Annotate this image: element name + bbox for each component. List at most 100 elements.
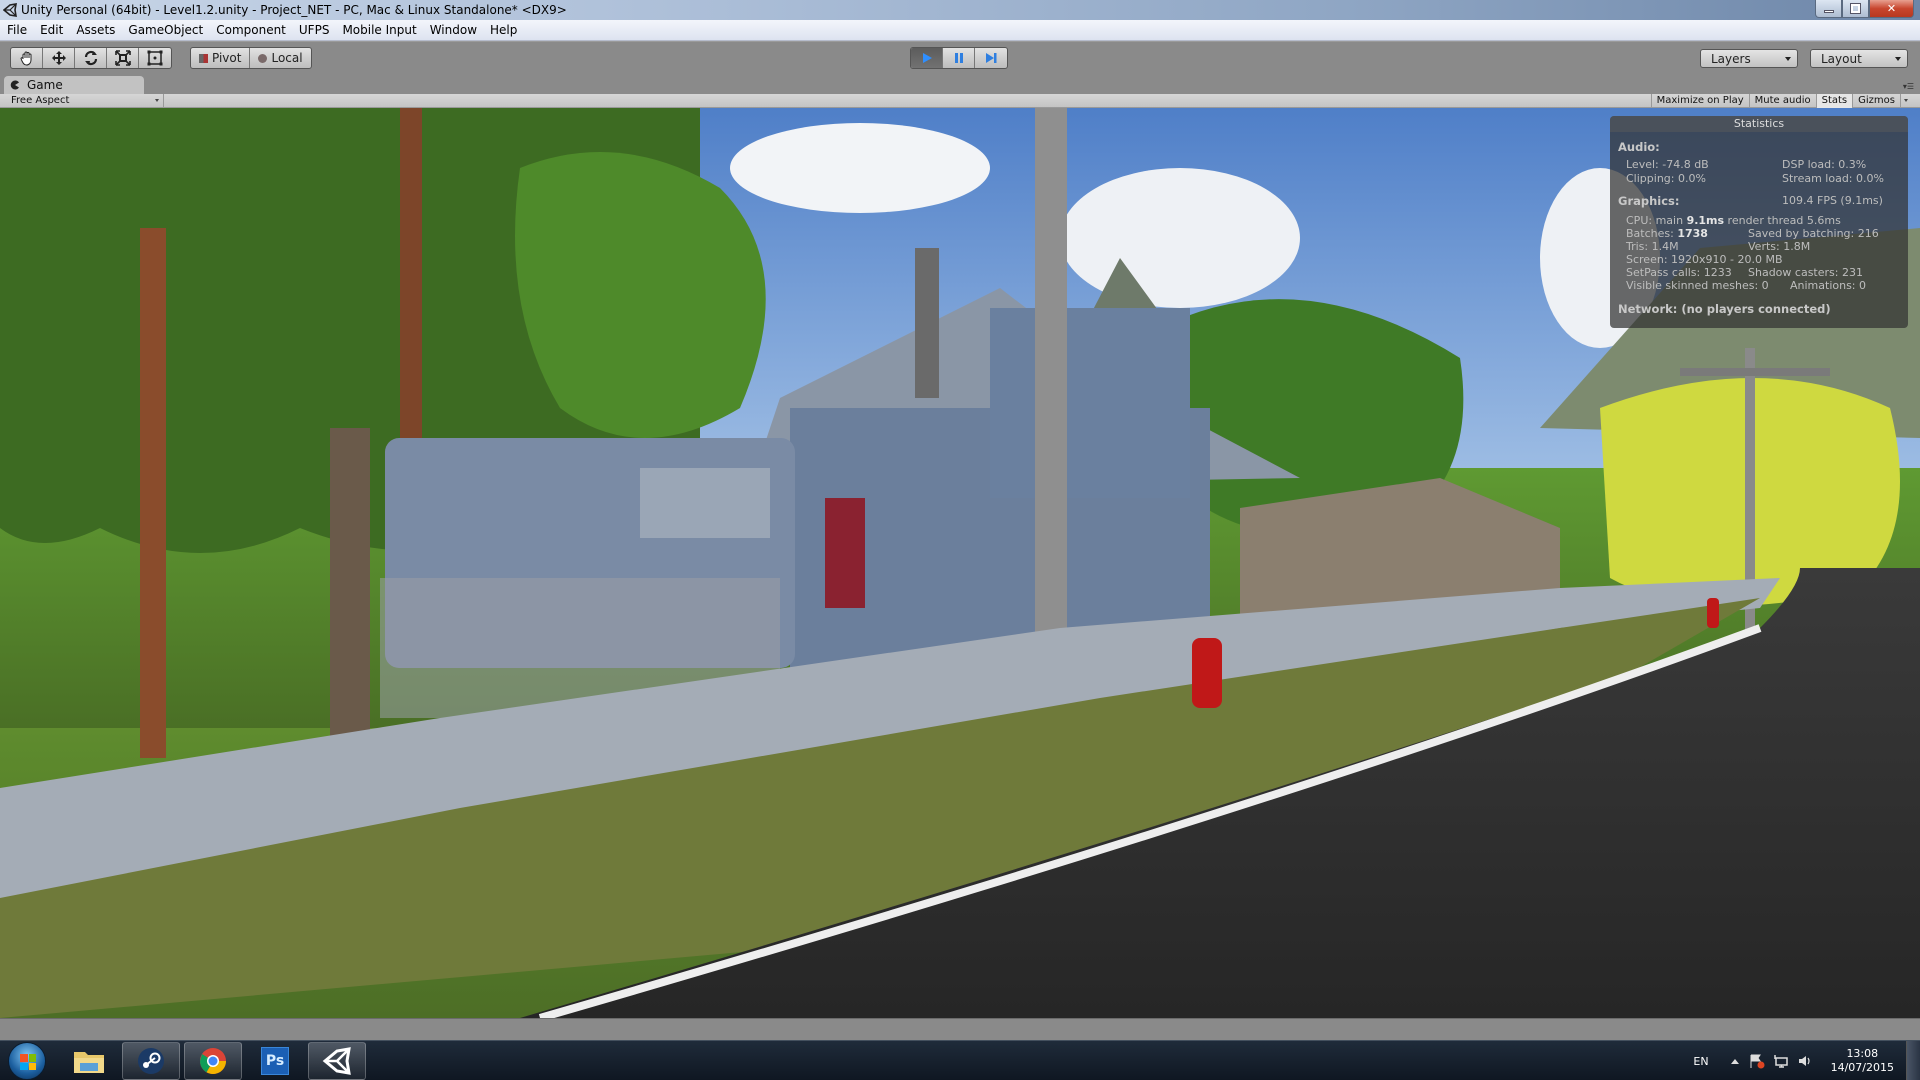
- steam-icon: [138, 1048, 164, 1074]
- gizmos-dropdown-button[interactable]: [1900, 94, 1912, 108]
- minimize-button[interactable]: [1815, 0, 1842, 18]
- audio-header: Audio:: [1618, 140, 1660, 154]
- main-toolbar: Pivot Local Layers Layout: [0, 41, 1920, 74]
- tab-game[interactable]: Game: [4, 76, 144, 94]
- menu-edit[interactable]: Edit: [33, 23, 69, 37]
- show-hidden-icons-button[interactable]: [1730, 1058, 1739, 1064]
- scale-icon: [114, 50, 131, 66]
- menu-ufps[interactable]: UFPS: [292, 23, 336, 37]
- game-view[interactable]: Statistics Audio: Level: -74.8 dB Clippi…: [0, 108, 1920, 1018]
- cpu-render-value: render thread 5.6ms: [1724, 214, 1841, 227]
- language-indicator[interactable]: EN: [1693, 1055, 1708, 1068]
- window-controls: ✕: [1815, 0, 1914, 18]
- volume-icon[interactable]: [1797, 1053, 1813, 1069]
- aspect-label: Free Aspect: [11, 95, 70, 106]
- game-view-buttons: Maximize on Play Mute audio Stats Gizmos: [1650, 94, 1912, 108]
- rect-transform-icon: [147, 50, 163, 66]
- layout-label: Layout: [1821, 51, 1862, 66]
- menu-file[interactable]: File: [0, 23, 33, 37]
- chimney: [915, 248, 939, 398]
- cloud: [730, 123, 990, 213]
- cpu-stats: CPU: main 9.1ms render thread 5.6ms: [1626, 214, 1841, 227]
- hand-icon: [19, 51, 31, 66]
- close-button[interactable]: ✕: [1869, 0, 1914, 18]
- photoshop-icon: Ps: [261, 1047, 289, 1075]
- menu-help[interactable]: Help: [483, 23, 523, 37]
- clock-time: 13:08: [1846, 1047, 1879, 1060]
- trailer-window: [640, 468, 770, 538]
- game-tab-label: Game: [27, 78, 63, 92]
- utility-pole-crossbar: [1680, 368, 1830, 376]
- taskbar-explorer[interactable]: [60, 1042, 118, 1080]
- chrome-icon: [199, 1048, 227, 1075]
- audio-clipping: Clipping: 0.0%: [1626, 172, 1706, 185]
- rect-tool-button[interactable]: [139, 48, 171, 68]
- chevron-down-icon: [1785, 57, 1791, 61]
- verts-stat: Verts: 1.8M: [1748, 240, 1811, 253]
- menu-mobile-input[interactable]: Mobile Input: [335, 23, 422, 37]
- pivot-toggles: Pivot Local: [190, 47, 312, 69]
- menu-assets[interactable]: Assets: [69, 23, 121, 37]
- pivot-icon: [199, 53, 208, 63]
- network-icon[interactable]: [1773, 1053, 1789, 1069]
- start-button[interactable]: [8, 1042, 46, 1080]
- pivot-button[interactable]: Pivot: [191, 48, 251, 68]
- cpu-main-value: 9.1ms: [1686, 214, 1725, 227]
- screen-stat: Screen: 1920x910 - 20.0 MB: [1626, 253, 1783, 266]
- chevron-down-icon: [155, 99, 159, 102]
- taskbar-chrome[interactable]: [184, 1042, 242, 1080]
- graphics-header: Graphics:: [1618, 194, 1680, 208]
- mute-audio-toggle[interactable]: Mute audio: [1748, 94, 1816, 108]
- gizmos-toggle[interactable]: Gizmos: [1852, 94, 1900, 108]
- statistics-overlay: Statistics Audio: Level: -74.8 dB Clippi…: [1610, 116, 1908, 328]
- door: [825, 498, 865, 608]
- show-desktop-button[interactable]: [1906, 1041, 1920, 1080]
- unity-logo-icon: [3, 3, 17, 17]
- scale-tool-button[interactable]: [107, 48, 139, 68]
- layers-label: Layers: [1711, 51, 1751, 66]
- menu-window[interactable]: Window: [423, 23, 483, 37]
- step-icon: [986, 53, 997, 63]
- skinned-meshes-stat: Visible skinned meshes: 0: [1626, 279, 1769, 292]
- aspect-dropdown[interactable]: Free Aspect: [6, 94, 164, 108]
- menu-gameobject[interactable]: GameObject: [121, 23, 209, 37]
- action-center-flag-icon[interactable]: [1749, 1053, 1765, 1069]
- play-button[interactable]: [911, 48, 943, 68]
- step-button[interactable]: [975, 48, 1007, 68]
- panel-menu-icon[interactable]: ▾☰: [1903, 82, 1914, 91]
- tree-trunk: [140, 228, 166, 758]
- batches-label: Batches:: [1626, 227, 1678, 240]
- game-view-toolbar: Free Aspect Maximize on Play Mute audio …: [0, 94, 1920, 108]
- window-titlebar: Unity Personal (64bit) - Level1.2.unity …: [0, 0, 1920, 20]
- menu-component[interactable]: Component: [209, 23, 292, 37]
- tris-stat: Tris: 1.4M: [1626, 240, 1679, 253]
- hand-tool-button[interactable]: [11, 48, 43, 68]
- restore-button[interactable]: [1842, 0, 1869, 18]
- taskbar-steam[interactable]: [122, 1042, 180, 1080]
- maximize-on-play-toggle[interactable]: Maximize on Play: [1650, 94, 1749, 108]
- restore-icon: [1850, 3, 1861, 14]
- layout-dropdown[interactable]: Layout: [1810, 49, 1908, 68]
- saved-by-batching: Saved by batching: 216: [1748, 227, 1879, 240]
- taskbar-photoshop[interactable]: Ps: [246, 1042, 304, 1080]
- close-icon: ✕: [1886, 2, 1897, 15]
- local-label: Local: [271, 51, 303, 65]
- setpass-stat: SetPass calls: 1233: [1626, 266, 1732, 279]
- rotate-tool-button[interactable]: [75, 48, 107, 68]
- audio-level: Level: -74.8 dB: [1626, 158, 1709, 171]
- clock[interactable]: 13:08 14/07/2015: [1831, 1047, 1894, 1075]
- play-icon: [922, 53, 932, 63]
- layers-dropdown[interactable]: Layers: [1700, 49, 1798, 68]
- clock-date: 14/07/2015: [1830, 1061, 1894, 1074]
- move-icon: [51, 51, 66, 65]
- system-tray: EN 13:08 14/07/2015: [1693, 1041, 1920, 1080]
- batches-stat: Batches: 1738: [1626, 227, 1708, 240]
- minimize-icon: [1823, 10, 1834, 13]
- move-tool-button[interactable]: [43, 48, 75, 68]
- rotate-icon: [84, 50, 97, 66]
- stats-toggle[interactable]: Stats: [1815, 94, 1853, 108]
- local-button[interactable]: Local: [250, 48, 310, 68]
- pivot-label: Pivot: [212, 51, 242, 65]
- taskbar-unity[interactable]: [308, 1042, 366, 1080]
- pause-button[interactable]: [943, 48, 975, 68]
